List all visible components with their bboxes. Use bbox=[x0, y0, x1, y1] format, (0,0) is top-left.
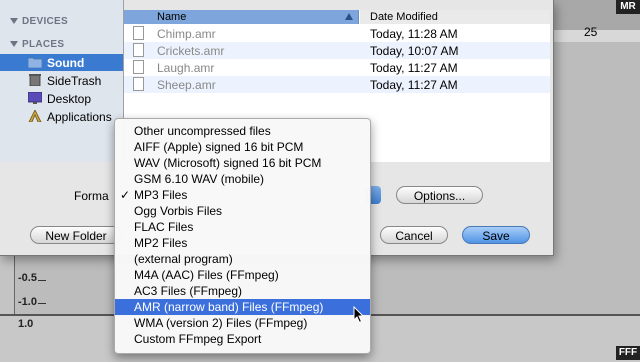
applications-icon bbox=[28, 110, 42, 122]
disclosure-triangle-icon[interactable] bbox=[10, 18, 18, 24]
format-menu-item[interactable]: GSM 6.10 WAV (mobile) bbox=[115, 171, 370, 187]
file-date: Today, 11:27 AM bbox=[370, 61, 458, 75]
ruler-number: 25 bbox=[584, 25, 598, 39]
scale-label: 1.0 bbox=[18, 318, 34, 330]
sidebar-item-applications[interactable]: Applications bbox=[0, 108, 123, 125]
format-menu-item-label: AMR (narrow band) Files (FFmpeg) bbox=[134, 300, 324, 314]
format-menu-item-label: GSM 6.10 WAV (mobile) bbox=[134, 172, 265, 186]
format-menu-item[interactable]: MP2 Files bbox=[115, 235, 370, 251]
document-icon bbox=[133, 26, 144, 40]
file-name: Sheep.amr bbox=[157, 78, 216, 92]
format-menu-item-label: MP3 Files bbox=[134, 188, 188, 202]
checkmark-icon: ✓ bbox=[120, 188, 131, 202]
sidebar-item-label: Desktop bbox=[47, 92, 92, 106]
sidebar-item-desktop[interactable]: Desktop bbox=[0, 90, 123, 107]
new-folder-button[interactable]: New Folder bbox=[30, 226, 122, 244]
column-header-date[interactable]: Date Modified bbox=[360, 10, 550, 24]
save-button[interactable]: Save bbox=[462, 226, 530, 244]
format-menu-item[interactable]: AMR (narrow band) Files (FFmpeg) bbox=[115, 299, 370, 315]
format-menu-item[interactable]: M4A (AAC) Files (FFmpeg) bbox=[115, 267, 370, 283]
format-menu-item-label: AC3 Files (FFmpeg) bbox=[134, 284, 243, 298]
mouse-pointer-icon bbox=[353, 306, 365, 324]
scale-label: -1.0 bbox=[18, 296, 37, 308]
document-icon bbox=[133, 77, 144, 91]
desktop-icon bbox=[28, 92, 42, 104]
format-menu-item[interactable]: AC3 Files (FFmpeg) bbox=[115, 283, 370, 299]
format-menu-item[interactable]: AIFF (Apple) signed 16 bit PCM bbox=[115, 139, 370, 155]
file-date: Today, 10:07 AM bbox=[370, 44, 459, 58]
format-menu-item[interactable]: (external program) bbox=[115, 251, 370, 267]
column-header-name[interactable]: Name bbox=[124, 10, 359, 24]
file-row[interactable]: Crickets.amr Today, 10:07 AM bbox=[124, 42, 550, 59]
places-header[interactable]: PLACES bbox=[10, 39, 64, 50]
sidebar-item-sound[interactable]: Sound bbox=[0, 54, 123, 71]
file-row[interactable]: Laugh.amr Today, 11:27 AM bbox=[124, 59, 550, 76]
format-label: Forma bbox=[74, 189, 109, 203]
disclosure-triangle-icon[interactable] bbox=[10, 41, 18, 47]
file-name: Crickets.amr bbox=[157, 44, 225, 58]
format-menu-item-label: FLAC Files bbox=[134, 220, 194, 234]
format-menu-item-label: MP2 Files bbox=[134, 236, 188, 250]
format-menu-item[interactable]: Ogg Vorbis Files bbox=[115, 203, 370, 219]
format-menu-item-label: Ogg Vorbis Files bbox=[134, 204, 223, 218]
format-menu-item[interactable]: WAV (Microsoft) signed 16 bit PCM bbox=[115, 155, 370, 171]
sidebar-item-label: Sound bbox=[47, 56, 85, 70]
trash-icon bbox=[29, 74, 41, 86]
file-name: Chimp.amr bbox=[157, 27, 216, 41]
scale-tick bbox=[38, 280, 46, 281]
format-menu-item-label: Other uncompressed files bbox=[134, 124, 271, 138]
format-menu-item[interactable]: ✓ MP3 Files bbox=[115, 187, 370, 203]
scale-label: -0.5 bbox=[18, 272, 37, 284]
format-menu-item-label: Custom FFmpeg Export bbox=[134, 332, 262, 346]
scale-tick bbox=[38, 303, 46, 304]
format-menu-item[interactable]: WMA (version 2) Files (FFmpeg) bbox=[115, 315, 370, 331]
format-dropdown-menu: Other uncompressed files AIFF (Apple) sig… bbox=[114, 118, 371, 354]
file-row[interactable]: Chimp.amr Today, 11:28 AM bbox=[124, 25, 550, 42]
format-menu-item-label: WAV (Microsoft) signed 16 bit PCM bbox=[134, 156, 322, 170]
format-menu-item[interactable]: Custom FFmpeg Export bbox=[115, 331, 370, 347]
folder-icon bbox=[28, 57, 42, 68]
watermark-logo: MR bbox=[616, 0, 640, 14]
sidebar-item-sidetrash[interactable]: SideTrash bbox=[0, 72, 123, 89]
format-menu-item-label: (external program) bbox=[134, 252, 233, 266]
file-row[interactable]: Sheep.amr Today, 11:27 AM bbox=[124, 76, 550, 93]
file-name: Laugh.amr bbox=[157, 61, 215, 75]
format-menu-item-label: WMA (version 2) Files (FFmpeg) bbox=[134, 316, 308, 330]
document-icon bbox=[133, 60, 144, 74]
options-button[interactable]: Options... bbox=[396, 186, 483, 204]
devices-header[interactable]: DEVICES bbox=[10, 16, 68, 27]
format-menu-item[interactable]: FLAC Files bbox=[115, 219, 370, 235]
format-menu-item-label: M4A (AAC) Files (FFmpeg) bbox=[134, 268, 279, 282]
sidebar: DEVICES PLACES Sound SideTrash Desktop A… bbox=[0, 0, 124, 162]
sort-ascending-icon bbox=[345, 13, 353, 20]
format-menu-item-label: AIFF (Apple) signed 16 bit PCM bbox=[134, 140, 304, 154]
file-date: Today, 11:27 AM bbox=[370, 78, 458, 92]
cancel-button[interactable]: Cancel bbox=[380, 226, 448, 244]
format-menu-item[interactable]: Other uncompressed files bbox=[115, 123, 370, 139]
document-icon bbox=[133, 43, 144, 57]
watermark-logo: FFF bbox=[616, 346, 640, 360]
sidebar-item-label: Applications bbox=[47, 110, 112, 124]
sidebar-item-label: SideTrash bbox=[47, 74, 102, 88]
file-date: Today, 11:28 AM bbox=[370, 27, 458, 41]
